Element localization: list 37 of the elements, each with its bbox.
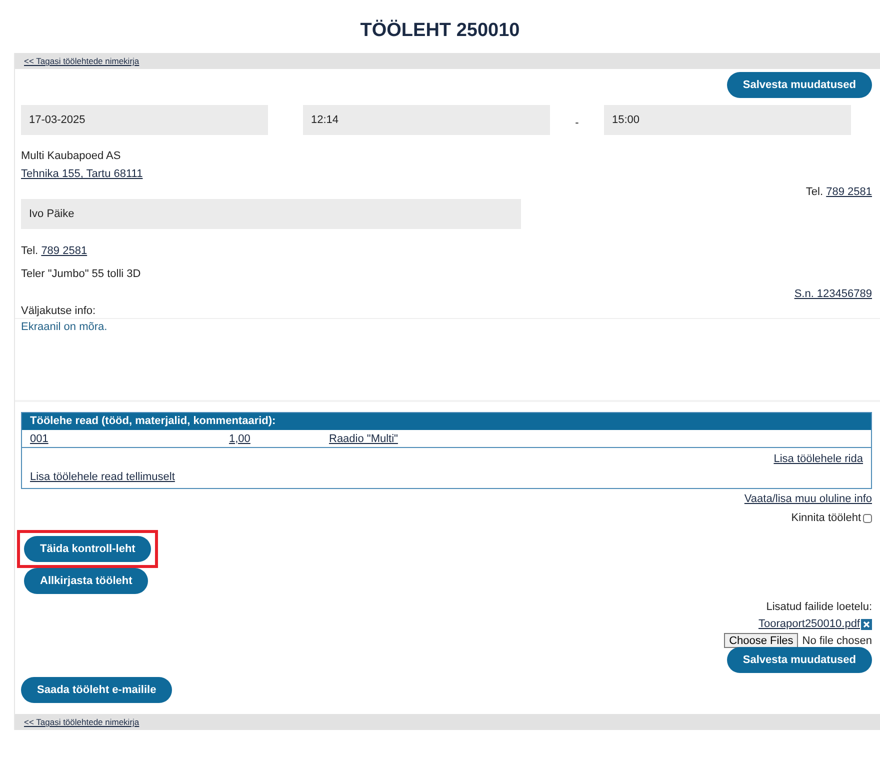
save-button[interactable]: Salvesta muudatused <box>726 647 872 673</box>
delete-icon[interactable] <box>861 618 872 630</box>
add-line-link[interactable]: Lisa töölehele rida <box>774 452 863 466</box>
contact-field[interactable]: Ivo Päike <box>21 199 521 229</box>
file-status: No file chosen <box>802 634 872 646</box>
files-label: Lisatud failide loetelu: <box>766 601 872 613</box>
phone-link[interactable]: 789 2581 <box>41 245 88 257</box>
contact-phone: Tel. 789 2581 <box>21 245 88 257</box>
date-field[interactable]: 17-03-2025 <box>21 105 268 135</box>
add-from-order-link[interactable]: Lisa töölehele read tellimuselt <box>30 471 175 483</box>
phone-link[interactable]: 789 2581 <box>826 186 872 198</box>
action-button[interactable]: Täida kontroll-leht <box>24 536 152 562</box>
customer-name: Multi Kaubapoed AS <box>20 149 122 163</box>
quantity-link[interactable]: 1,00 <box>229 432 329 444</box>
more-info-link[interactable]: Vaata/lisa muu oluline info <box>744 492 872 506</box>
start-time-field[interactable]: 12:14 <box>303 105 550 135</box>
address-link[interactable]: Tehnika 155, Tartu 68111 <box>21 168 143 180</box>
file-link[interactable]: Tooraport250010.pdf <box>758 618 860 630</box>
call-info-label: Väljakutse info: <box>20 304 97 318</box>
email-button[interactable]: Saada tööleht e-mailile <box>21 677 172 703</box>
description-link[interactable]: Raadio "Multi" <box>329 432 398 444</box>
line-code-link[interactable]: 001 <box>30 432 229 444</box>
device-name: Teler "Jumbo" 55 tolli 3D <box>20 267 142 281</box>
customer-phone: Tel. 789 2581 <box>806 185 872 199</box>
action-button[interactable]: Allkirjasta tööleht <box>24 568 148 594</box>
end-time-field[interactable]: 15:00 <box>604 105 851 135</box>
time-separator: - <box>574 116 580 129</box>
back-link[interactable]: << Tagasi töölehtede nimekirja <box>24 717 140 727</box>
page-title: TÖÖLEHT 250010 <box>359 18 521 43</box>
table-header: Töölehe read (tööd, materjalid, kommentaarid): <box>22 413 871 430</box>
confirm-label: Kinnita tööleht <box>791 511 861 525</box>
serial-link[interactable]: S.n. 123456789 <box>794 287 872 301</box>
call-info-text: Ekraanil on mõra. <box>15 318 880 402</box>
save-button[interactable]: Salvesta muudatused <box>726 72 872 98</box>
confirm-checkbox[interactable] <box>863 514 872 522</box>
choose-files-button[interactable]: Choose Files <box>724 633 798 648</box>
back-link[interactable]: << Tagasi töölehtede nimekirja <box>24 56 140 66</box>
